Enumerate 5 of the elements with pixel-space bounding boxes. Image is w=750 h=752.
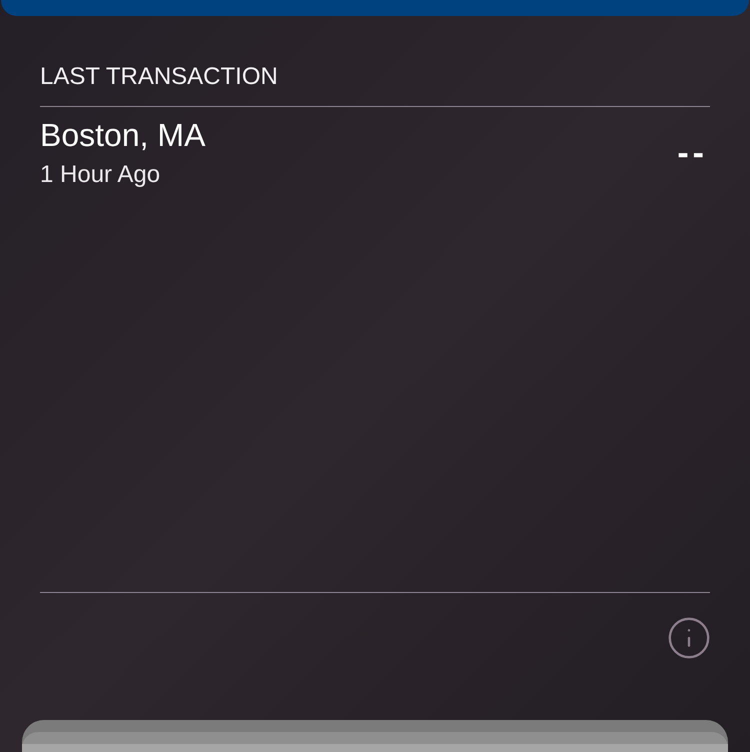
transaction-time: 1 Hour Ago [40, 160, 162, 190]
section-title: LAST TRANSACTION [40, 62, 279, 92]
transaction-location: Boston, MA [40, 116, 206, 155]
info-icon[interactable] [666, 615, 712, 661]
transaction-amount: -- [677, 133, 708, 173]
